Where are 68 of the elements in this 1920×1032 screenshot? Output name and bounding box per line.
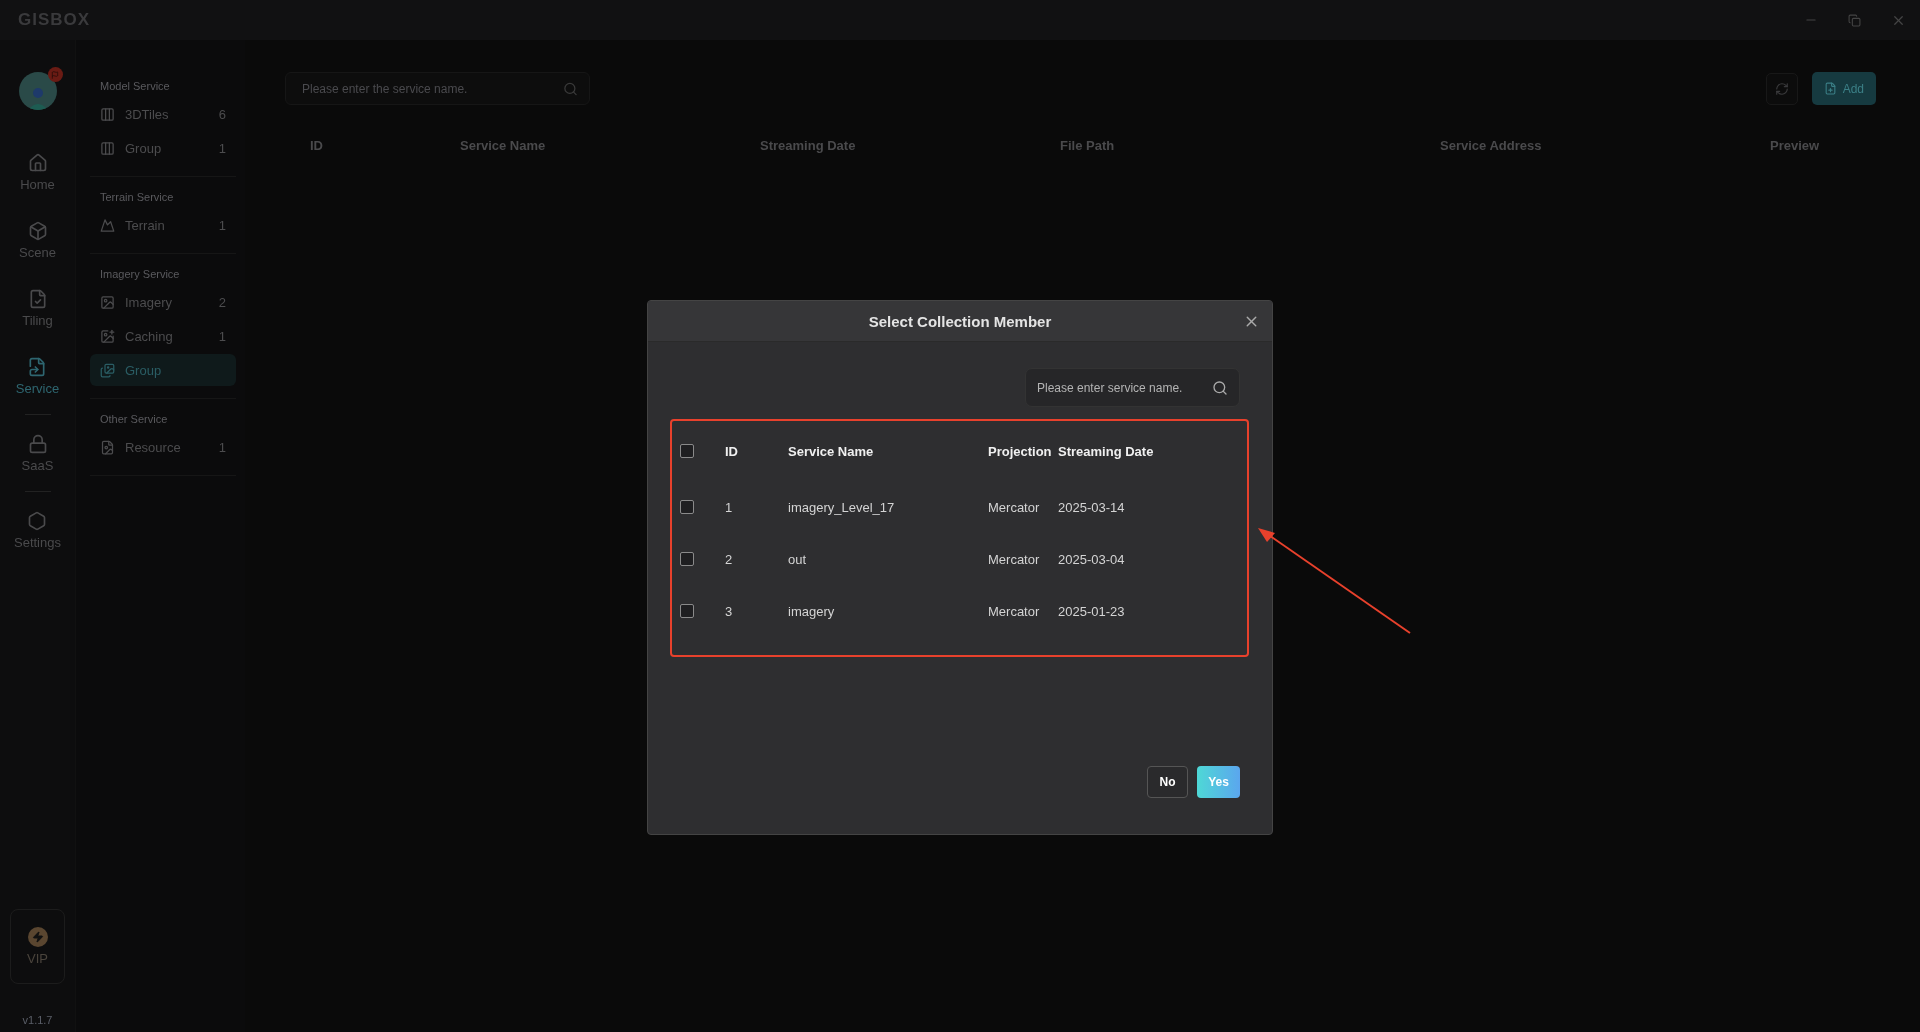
- sidebar-item[interactable]: Group: [90, 354, 236, 386]
- search-field[interactable]: Please enter the service name.: [285, 72, 590, 105]
- nav-item[interactable]: Tiling: [22, 274, 53, 342]
- nav-icon: [27, 152, 48, 173]
- dialog-title: Select Collection Member: [868, 312, 1052, 330]
- service-icon: [100, 439, 115, 455]
- column-header: File Path: [1060, 137, 1116, 153]
- id-cell-text: 1: [725, 499, 734, 515]
- column-header: ID: [725, 443, 739, 459]
- column-header: Service Address: [1440, 137, 1543, 153]
- column-header: Streaming Date: [1058, 443, 1155, 459]
- row-checkbox[interactable]: [680, 604, 694, 618]
- column-header: Streaming Date: [760, 137, 857, 153]
- yes-button[interactable]: Yes: [1197, 766, 1240, 798]
- vip-label: VIP: [27, 951, 48, 966]
- service-icon: [100, 362, 115, 378]
- column-header: Preview: [1770, 137, 1821, 153]
- row-checkbox[interactable]: [680, 552, 694, 566]
- projection-cell-text: Mercator: [988, 551, 1041, 567]
- date-cell-text: 2025-03-14: [1058, 499, 1126, 515]
- version-label: v1.1.7: [22, 1014, 53, 1026]
- sidebar-item[interactable]: Imagery 2: [90, 286, 236, 318]
- nav-item[interactable]: Home: [20, 138, 55, 206]
- nav-icon: [27, 510, 48, 531]
- name-cell-text: out: [788, 551, 808, 567]
- nav-item[interactable]: Scene: [19, 206, 56, 274]
- service-icon: [100, 140, 115, 156]
- search-icon[interactable]: [1212, 379, 1228, 396]
- service-icon: [100, 294, 115, 310]
- projection-cell-text: Mercator: [988, 603, 1041, 619]
- column-header: ID: [310, 137, 324, 153]
- section-title: Other Service: [99, 413, 169, 425]
- sidebar-item[interactable]: Terrain 1: [90, 209, 236, 241]
- vip-card[interactable]: VIP: [10, 909, 65, 984]
- file-plus-icon: [1823, 82, 1837, 95]
- date-cell-text: 2025-01-23: [1058, 603, 1126, 619]
- nav-item[interactable]: SaaS: [21, 419, 54, 487]
- column-header: Service Name: [788, 443, 875, 459]
- no-button[interactable]: No: [1147, 766, 1188, 798]
- sidebar-item[interactable]: Caching 1: [90, 320, 236, 352]
- section-title: Terrain Service: [99, 191, 175, 203]
- sidebar-item[interactable]: 3DTiles 6: [90, 98, 236, 130]
- add-button[interactable]: Add: [1811, 72, 1876, 105]
- nav-icon: [27, 220, 48, 241]
- name-cell-text: imagery: [788, 603, 836, 619]
- service-icon: [100, 106, 115, 122]
- user-avatar[interactable]: [18, 72, 57, 110]
- service-icon: [100, 217, 115, 233]
- id-cell-text: 3: [725, 603, 734, 619]
- nav-item[interactable]: Service: [15, 342, 60, 410]
- id-cell-text: 2: [725, 551, 734, 567]
- name-cell-text: imagery_Level_17: [788, 499, 896, 515]
- select-all-checkbox[interactable]: [680, 444, 694, 458]
- date-cell-text: 2025-03-04: [1058, 551, 1126, 567]
- search-field[interactable]: Please enter service name.: [1025, 368, 1240, 407]
- service-icon: [100, 328, 115, 344]
- column-header: Projection: [988, 443, 1053, 459]
- nav-icon: [27, 433, 48, 454]
- row-checkbox[interactable]: [680, 500, 694, 514]
- nav-item[interactable]: Settings: [14, 496, 61, 564]
- section-title: Model Service: [99, 80, 171, 92]
- projection-cell-text: Mercator: [988, 499, 1041, 515]
- section-title: Imagery Service: [99, 268, 181, 280]
- sidebar-item[interactable]: Resource 1: [90, 431, 236, 463]
- sidebar-item[interactable]: Group 1: [90, 132, 236, 164]
- lightning-icon: [27, 927, 48, 947]
- refresh-icon: [1774, 81, 1789, 96]
- column-header: Service Name: [460, 137, 547, 153]
